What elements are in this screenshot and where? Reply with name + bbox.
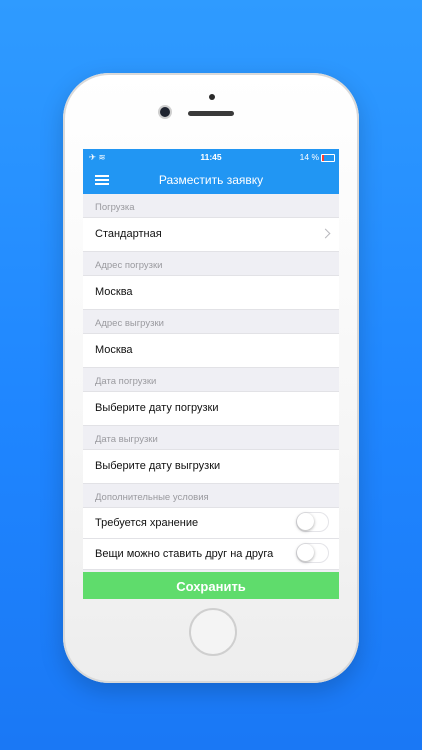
page-title: Разместить заявку <box>158 173 264 187</box>
home-button[interactable] <box>189 608 237 656</box>
app-screen: ✈ ≋ 11:45 14 % Разместить заявку Погрузк… <box>83 149 339 599</box>
delivery-date-value: Выберите дату выгрузки <box>95 460 221 472</box>
section-header-pickup-date: Дата погрузки <box>95 376 157 387</box>
delivery-address-value: Москва <box>95 344 133 356</box>
pickup-address-value: Москва <box>95 286 133 298</box>
delivery-date-field[interactable]: Выберите дату выгрузки <box>83 449 339 484</box>
section-header-pickup-address: Адрес погрузки <box>95 260 163 271</box>
chevron-right-icon <box>320 228 331 239</box>
pickup-address-field[interactable]: Москва <box>83 275 339 310</box>
section-header-extra: Дополнительные условия <box>95 492 209 503</box>
form-content: Погрузка Стандартная Адрес погрузки Моск… <box>83 194 339 570</box>
stackable-toggle[interactable] <box>296 543 329 563</box>
stackable-option-row: Вещи можно ставить друг на друга <box>83 539 339 570</box>
front-sensor <box>209 94 215 100</box>
battery-icon <box>321 154 335 162</box>
battery-percent: 14 % <box>299 152 319 162</box>
pickup-date-field[interactable]: Выберите дату погрузки <box>83 391 339 426</box>
storage-toggle[interactable] <box>296 512 329 532</box>
loading-type-value: Стандартная <box>95 228 162 240</box>
section-header-delivery-address: Адрес выгрузки <box>95 318 164 329</box>
storage-option-label: Требуется хранение <box>95 517 199 529</box>
front-camera <box>160 107 170 117</box>
section-header-loading: Погрузка <box>95 202 135 213</box>
stackable-option-label: Вещи можно ставить друг на друга <box>95 548 274 560</box>
status-bar: ✈ ≋ 11:45 14 % <box>83 149 339 166</box>
loading-type-row[interactable]: Стандартная <box>83 217 339 252</box>
nav-bar: Разместить заявку <box>83 166 339 194</box>
delivery-address-field[interactable]: Москва <box>83 333 339 368</box>
pickup-date-value: Выберите дату погрузки <box>95 402 219 414</box>
section-header-delivery-date: Дата выгрузки <box>95 434 158 445</box>
earpiece-speaker <box>188 111 234 116</box>
storage-option-row: Требуется хранение <box>83 507 339 539</box>
save-button[interactable]: Сохранить <box>83 572 339 599</box>
